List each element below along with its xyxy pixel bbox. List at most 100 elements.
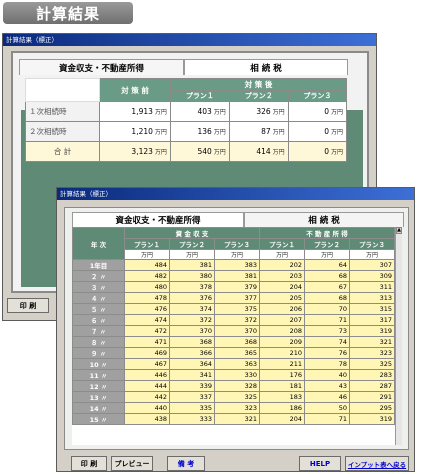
cell-value: 484 xyxy=(124,259,170,272)
unit: 万円 xyxy=(213,129,226,136)
cell-value: 378 xyxy=(169,281,215,294)
tab-strip: 資金収支・不動産所得 相 続 税 xyxy=(72,212,404,227)
cell-value: 73 xyxy=(304,325,350,338)
cell-value: 186 xyxy=(259,402,305,415)
cell-value: 203 xyxy=(259,270,305,283)
col-before-measures: 対 策 前 xyxy=(99,78,171,102)
yearly-table-scroll[interactable]: 年 次 資 金 収 支 不 動 産 所 得 プラン１ プラン２ プラン３ プラン… xyxy=(72,227,402,445)
cell-value: 446 xyxy=(124,369,170,382)
cell-value: 325 xyxy=(214,391,260,404)
table-row: 13 〃 442 337 325 183 46 291 xyxy=(72,391,395,404)
cell-value: 40 xyxy=(304,369,350,382)
cell-value: 478 xyxy=(124,292,170,305)
cell-value: 313 xyxy=(349,292,395,305)
notes-button[interactable]: 備 考 xyxy=(167,456,205,471)
cell-value: 366 xyxy=(169,347,215,360)
tab-inheritance-tax[interactable]: 相 続 税 xyxy=(244,212,404,227)
year-label: ６ 〃 xyxy=(72,314,125,327)
year-label: 1年目 xyxy=(72,259,125,272)
print-button[interactable]: 印 刷 xyxy=(71,456,107,471)
unit: 万円 xyxy=(169,248,215,261)
tab-cashflow[interactable]: 資金収支・不動産所得 xyxy=(72,212,244,227)
col-group-real-estate-income: 不 動 産 所 得 xyxy=(259,227,395,239)
cell-value: 76 xyxy=(304,347,350,360)
preview-button[interactable]: プレビュー xyxy=(111,456,153,471)
total-row: 合 計 3,123 万円 540 万円 414 万円 0 万円 xyxy=(24,141,348,162)
cell-value: 368 xyxy=(169,336,215,349)
cell-value: 0 xyxy=(324,147,329,156)
page-heading-badge: 計算結果 xyxy=(3,2,133,24)
cell-value: 64 xyxy=(304,259,350,272)
print-button[interactable]: 印 刷 xyxy=(7,298,49,313)
col-plan-2: プラン２ xyxy=(304,238,350,250)
table-row: 15 〃 438 333 321 204 71 319 xyxy=(72,413,395,426)
cell-value: 377 xyxy=(214,292,260,305)
cell-value: 365 xyxy=(214,347,260,360)
cell-value: 330 xyxy=(214,369,260,382)
cell-value: 383 xyxy=(214,259,260,272)
help-button[interactable]: HELP xyxy=(299,456,341,471)
unit: 万円 xyxy=(330,149,343,156)
cell-value: 181 xyxy=(259,380,305,393)
cell-value: 295 xyxy=(349,402,395,415)
table-row: 1年目 484 381 383 202 64 307 xyxy=(72,259,395,272)
cell-value: 414 xyxy=(256,147,271,156)
cell-value: 326 xyxy=(256,107,271,116)
year-label: 13 〃 xyxy=(72,391,125,404)
cell-value: 291 xyxy=(349,391,395,404)
table-row: ４ 〃 478 376 377 205 68 313 xyxy=(72,292,395,305)
cell-value: 474 xyxy=(124,314,170,327)
col-plan-1: プラン１ xyxy=(169,90,230,102)
results-window-front: 計算結果（標正） 資金収支・不動産所得 相 続 税 年 次 資 金 収 支 不 … xyxy=(56,187,415,472)
cell-value: 341 xyxy=(169,369,215,382)
col-plan-2: プラン２ xyxy=(169,238,215,250)
cell-value: 480 xyxy=(124,281,170,294)
year-label: ２ 〃 xyxy=(72,270,125,283)
cell-value: 321 xyxy=(349,336,395,349)
cell-value: 335 xyxy=(169,402,215,415)
cell-value: 325 xyxy=(349,358,395,371)
button-bar: 印 刷 プレビュー 備 考 HELP インプット表へ戻る xyxy=(71,456,411,472)
cell-value: 3,123 xyxy=(131,147,153,156)
unit: 万円 xyxy=(154,129,167,136)
tab-cashflow[interactable]: 資金収支・不動産所得 xyxy=(19,59,184,75)
cell-value: 471 xyxy=(124,336,170,349)
cell-value: 438 xyxy=(124,413,170,426)
cell-value: 211 xyxy=(259,358,305,371)
cell-value: 283 xyxy=(349,369,395,382)
tab-inheritance-tax[interactable]: 相 続 税 xyxy=(184,59,348,75)
scroll-up-arrow-icon[interactable]: ▲ xyxy=(396,227,402,234)
cell-value: 364 xyxy=(169,358,215,371)
row-label: 合 計 xyxy=(24,141,101,162)
year-label: 15 〃 xyxy=(72,413,125,426)
table-row: 14 〃 440 335 323 186 50 295 xyxy=(72,402,395,415)
vertical-scrollbar[interactable]: ▲ xyxy=(395,227,402,445)
year-label: ９ 〃 xyxy=(72,347,125,360)
cell-value: 87 xyxy=(261,127,271,136)
cell-value: 208 xyxy=(259,325,305,338)
back-to-input-button[interactable]: インプット表へ戻る xyxy=(345,456,409,471)
col-plan-3: プラン３ xyxy=(349,238,395,250)
cell-value: 50 xyxy=(304,402,350,415)
year-label: 10 〃 xyxy=(72,358,125,371)
cell-value: 315 xyxy=(349,303,395,316)
cell-value: 379 xyxy=(214,281,260,294)
cell-value: 403 xyxy=(197,107,212,116)
unit: 万円 xyxy=(330,109,343,116)
cell-value: 333 xyxy=(169,413,215,426)
cell-value: 540 xyxy=(197,147,212,156)
table-row: ３ 〃 480 378 379 204 67 311 xyxy=(72,281,395,294)
cell-value: 46 xyxy=(304,391,350,404)
window-title: 計算結果（標正） xyxy=(57,188,414,200)
year-label: ３ 〃 xyxy=(72,281,125,294)
cell-value: 205 xyxy=(259,292,305,305)
table-row: 11 〃 446 341 330 176 40 283 xyxy=(72,369,395,382)
table-row: ６ 〃 474 372 372 207 71 317 xyxy=(72,314,395,327)
cell-value: 476 xyxy=(124,303,170,316)
inheritance-tax-table: 対 策 前 対 策 後 プラン１ プラン２ プラン３ １次相続時 1,913 万円… xyxy=(24,78,348,162)
cell-value: 67 xyxy=(304,281,350,294)
unit: 万円 xyxy=(259,248,305,261)
cell-value: 68 xyxy=(304,292,350,305)
year-label: 12 〃 xyxy=(72,380,125,393)
table-row: ５ 〃 476 374 375 206 70 315 xyxy=(72,303,395,316)
